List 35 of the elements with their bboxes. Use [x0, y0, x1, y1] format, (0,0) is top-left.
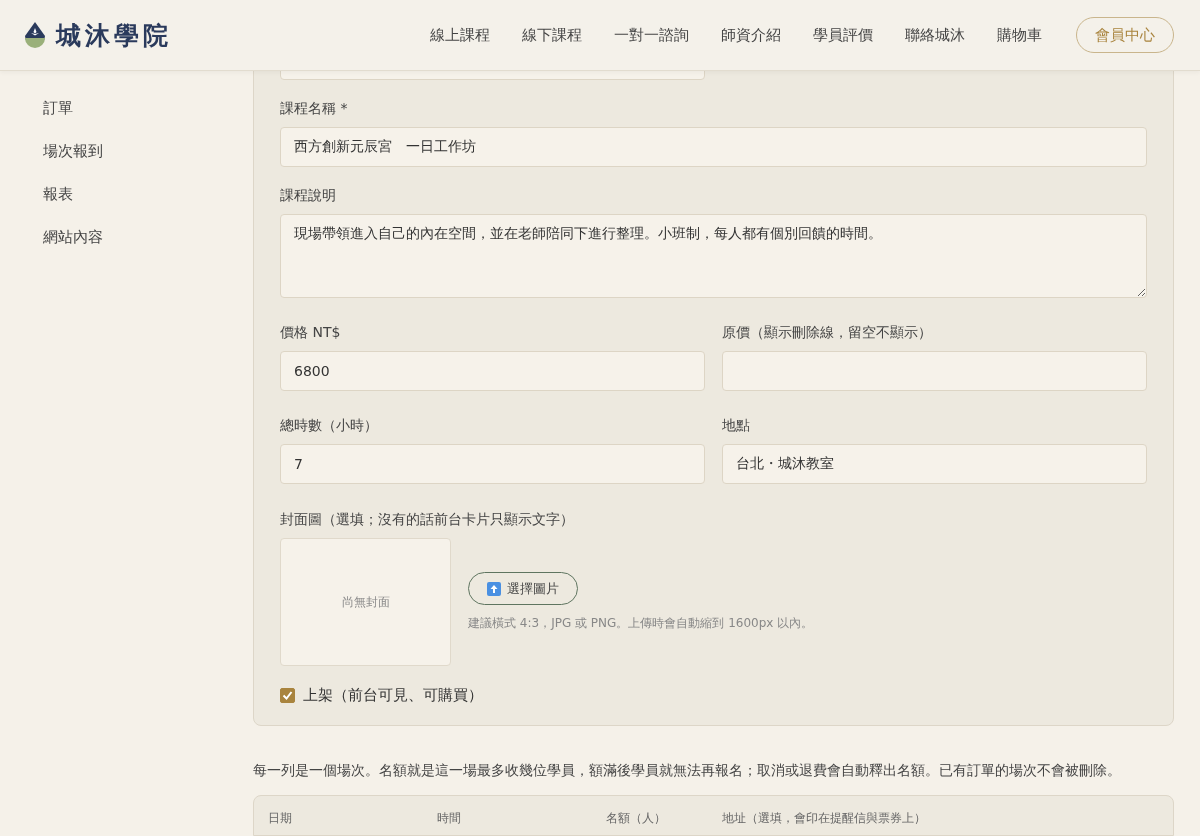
input-field[interactable]: 台北・城沐教室	[722, 444, 1147, 484]
checkmark-icon	[282, 690, 293, 701]
textarea-field[interactable]: 現場帶領進入自己的內在空間，並在老師陪同下進行整理。小班制，每人都有個別回饋的時間。	[280, 214, 1147, 298]
nav-link[interactable]: 購物車	[981, 25, 1058, 45]
sidebar-item[interactable]: 場次報到	[43, 142, 253, 161]
field-label: 原價（顯示刪除線，留空不顯示）	[722, 324, 933, 342]
column-header: 時間	[437, 810, 462, 827]
nav-link[interactable]: 師資介紹	[705, 25, 797, 45]
upload-icon	[487, 581, 501, 596]
logo-icon	[24, 22, 46, 48]
sidebar-item[interactable]: 網站內容	[43, 228, 253, 247]
nav-link[interactable]: 線下課程	[506, 25, 598, 45]
field-label: 課程說明	[280, 187, 337, 205]
field-label: 封面圖（選填；沒有的話前台卡片只顯示文字）	[280, 511, 575, 529]
hint-text: 建議橫式 4:3，JPG 或 PNG。上傳時會自動縮到 1600px 以內。	[468, 615, 814, 632]
brand-name[interactable]: 城沐學院	[56, 18, 172, 52]
publish-checkbox[interactable]: 上架（前台可見、可購買）	[280, 686, 1147, 705]
field-label: 價格 NT$	[280, 324, 342, 342]
nav-link[interactable]: 一對一諮詢	[598, 25, 705, 45]
input-field[interactable]	[722, 351, 1147, 391]
sidebar-item[interactable]: 訂單	[43, 99, 253, 118]
nav-link[interactable]: 線上課程	[414, 25, 506, 45]
sidebar-item[interactable]: 報表	[43, 185, 253, 204]
field-label: 地點	[722, 417, 751, 435]
input-field[interactable]: 西方創新元辰宮 一日工作坊	[280, 127, 1147, 167]
column-header: 日期	[268, 810, 293, 827]
input-field[interactable]: 7	[280, 444, 705, 484]
input-field[interactable]: 6800	[280, 351, 705, 391]
sessions-note: 每一列是一個場次。名額就是這一場最多收幾位學員，額滿後學員就無法再報名；取消或退費會自動釋出名額。已有訂單的場次不會被刪除。	[253, 761, 1122, 780]
nav-link[interactable]: 聯絡城沐	[889, 25, 981, 45]
field-label: 總時數（小時）	[280, 417, 379, 435]
column-header: 名額（人）	[606, 810, 667, 827]
nav-link[interactable]: 學員評價	[797, 25, 889, 45]
field-label: 課程名稱 *	[280, 100, 349, 118]
column-header: 地址（選填，會印在提醒信與票券上）	[722, 810, 927, 827]
